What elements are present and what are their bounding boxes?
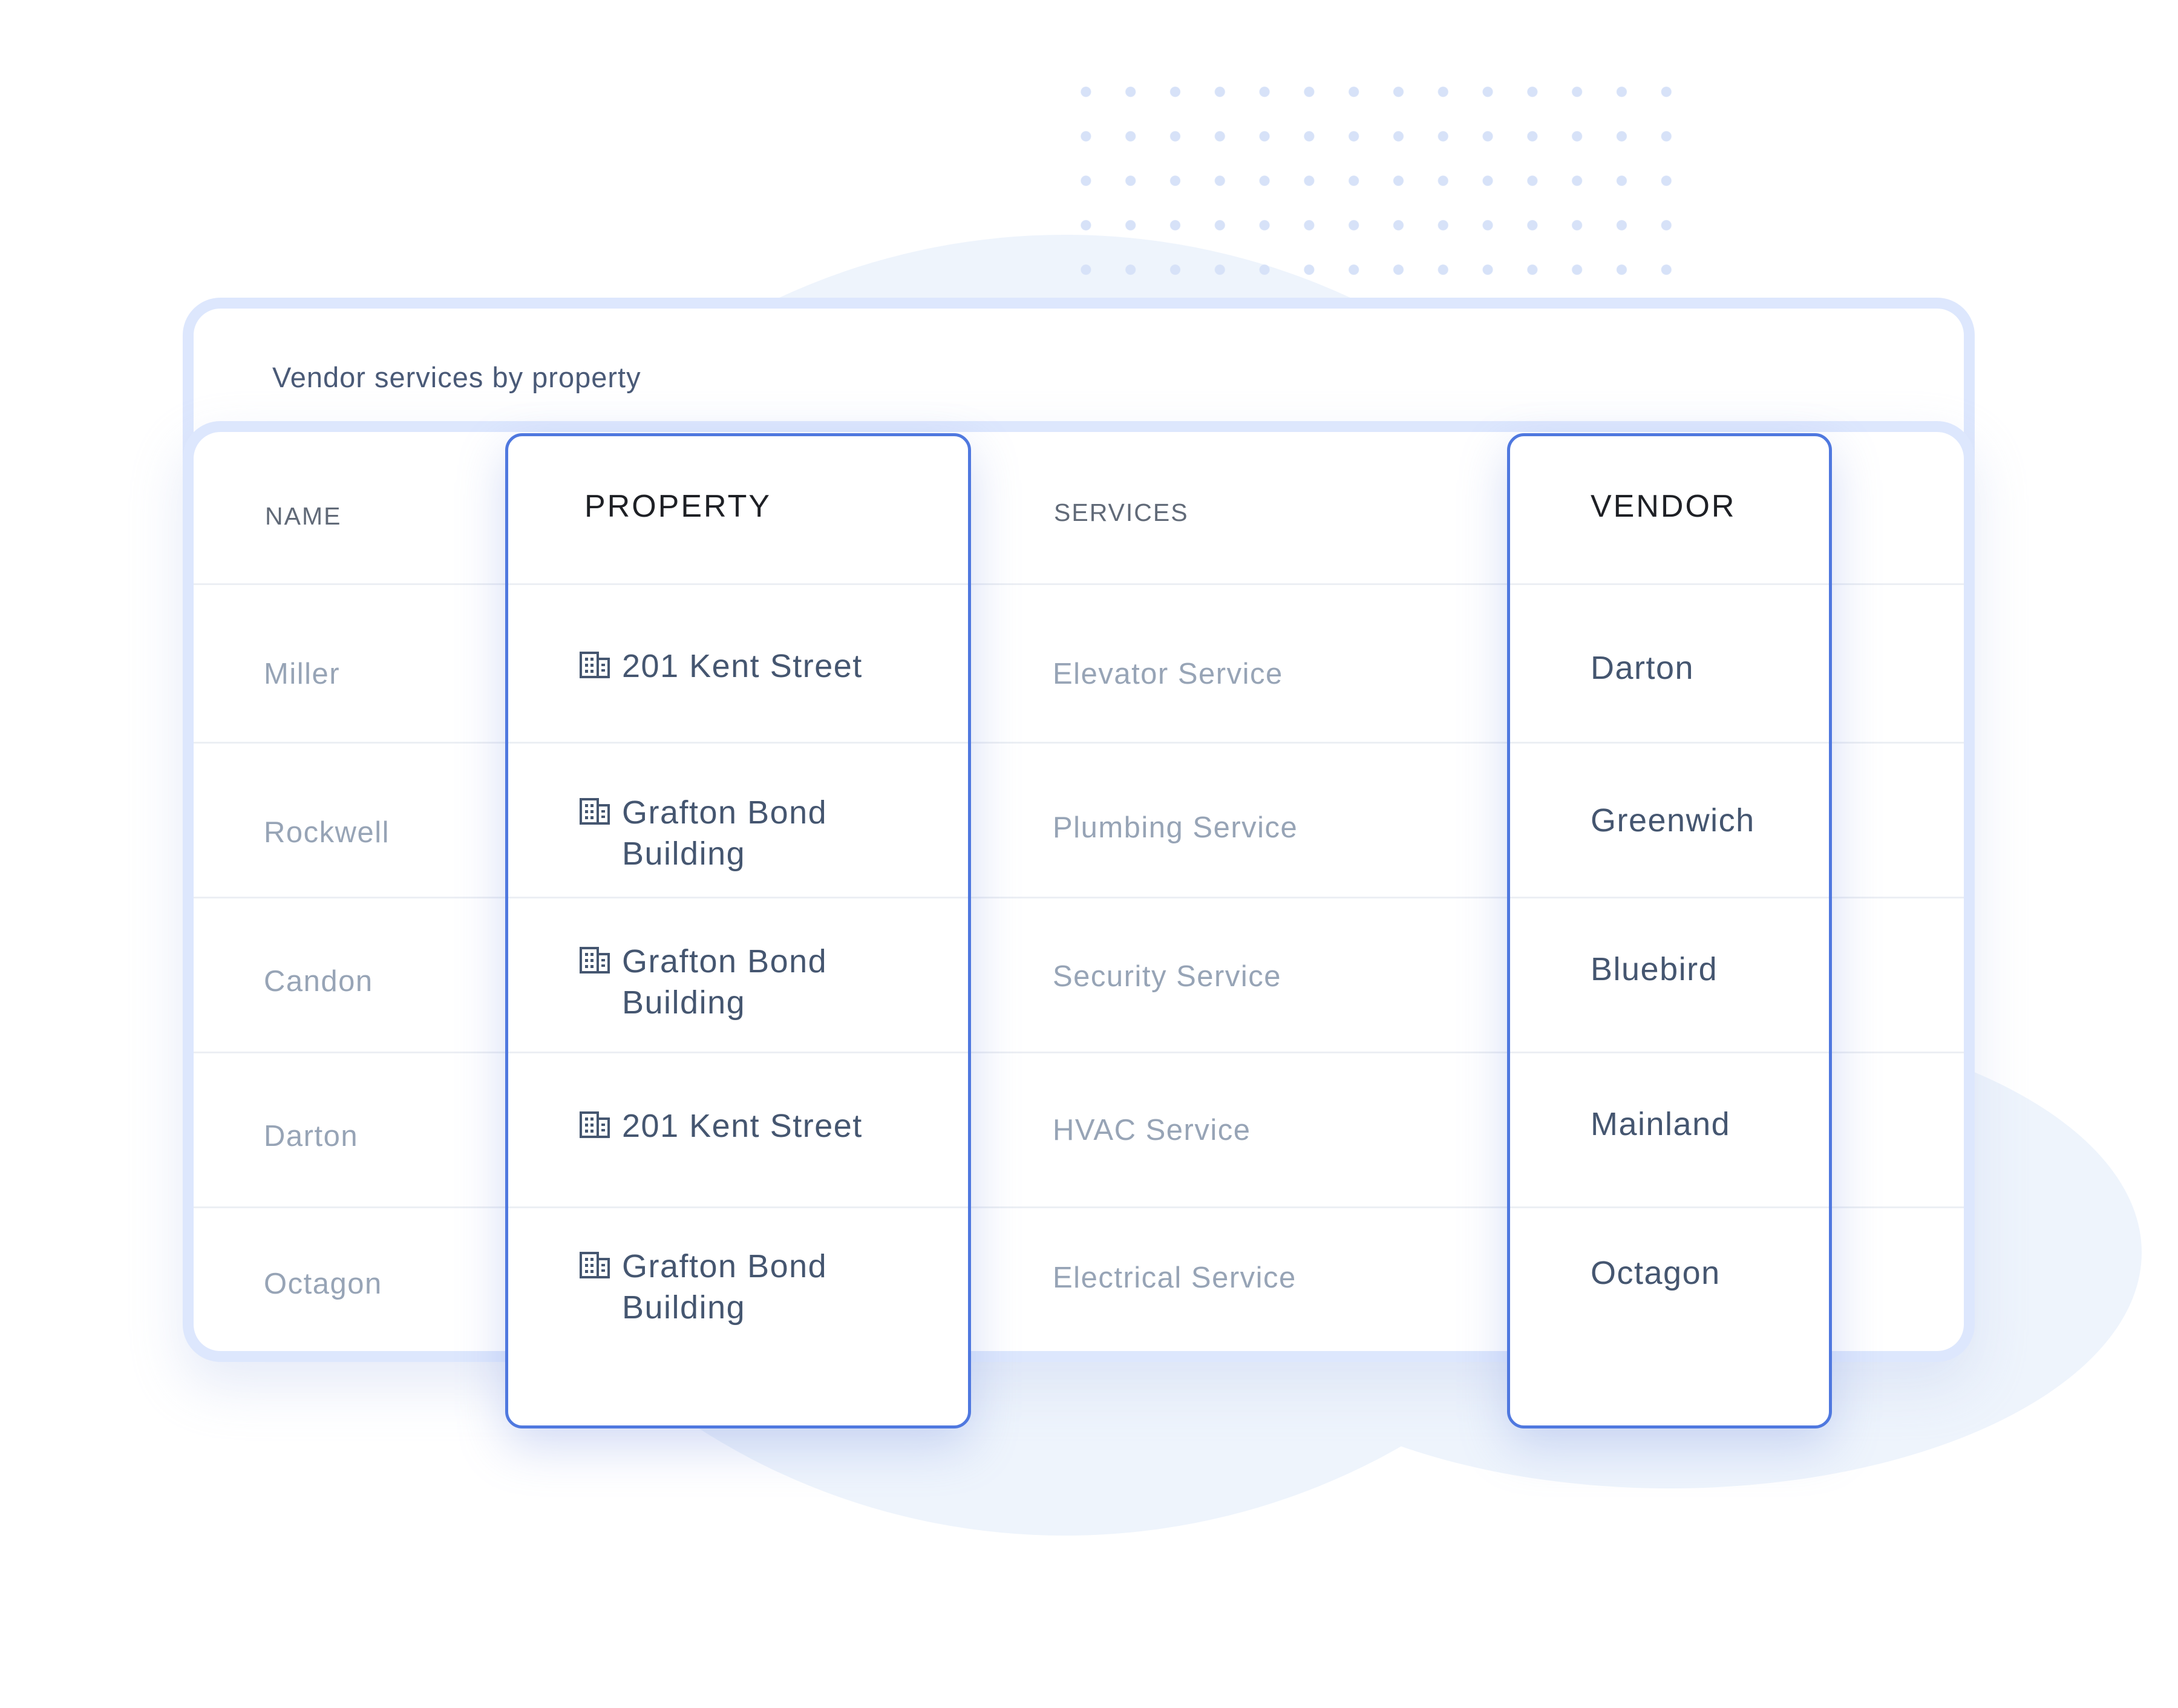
table-row-name: Candon — [264, 965, 373, 998]
dot-pattern — [1064, 70, 1681, 306]
property-label: Grafton Bond Building — [622, 943, 828, 1021]
table-row-vendor: Octagon — [1591, 1255, 1721, 1291]
table-row-name: Miller — [264, 658, 341, 690]
property-label: Grafton Bond Building — [622, 1248, 828, 1326]
building-icon — [580, 798, 610, 825]
row-divider — [508, 742, 968, 744]
column-header-property[interactable]: PROPERTY — [584, 488, 771, 525]
header-divider — [1510, 583, 1829, 585]
table-row-service: Security Service — [1053, 960, 1282, 993]
vendor-column[interactable]: VENDOR Darton Greenwich Bluebird Mainlan… — [1507, 433, 1832, 1428]
building-icon — [580, 947, 610, 973]
table-row-service: Plumbing Service — [1053, 811, 1298, 844]
building-icon — [580, 1111, 610, 1138]
page-title: Vendor services by property — [272, 361, 641, 393]
row-divider — [508, 897, 968, 898]
row-divider — [508, 1206, 968, 1208]
building-icon — [580, 1252, 610, 1278]
table-row-vendor: Greenwich — [1591, 802, 1755, 839]
table-row-name: Octagon — [264, 1268, 382, 1300]
table-row-vendor: Darton — [1591, 650, 1695, 686]
property-label: 201 Kent Street — [622, 648, 863, 684]
table-row-name: Darton — [264, 1120, 359, 1153]
row-divider — [1510, 897, 1829, 898]
row-divider — [1510, 742, 1829, 744]
table-row-service: Electrical Service — [1053, 1261, 1297, 1294]
table-row-service: Elevator Service — [1053, 658, 1283, 690]
column-header-name[interactable]: NAME — [265, 502, 341, 531]
row-divider — [1510, 1206, 1829, 1208]
property-label: Grafton Bond Building — [622, 794, 828, 872]
column-header-vendor[interactable]: VENDOR — [1591, 488, 1736, 525]
table-row-vendor: Bluebird — [1591, 951, 1718, 987]
header-divider — [508, 583, 968, 585]
building-icon — [580, 652, 610, 678]
row-divider — [508, 1052, 968, 1053]
table-row-service: HVAC Service — [1053, 1114, 1251, 1147]
row-divider — [1510, 1052, 1829, 1053]
property-label: 201 Kent Street — [622, 1108, 863, 1144]
table-row-name: Rockwell — [264, 816, 390, 849]
column-header-services[interactable]: SERVICES — [1054, 499, 1189, 527]
table-row-vendor: Mainland — [1591, 1106, 1731, 1142]
property-column[interactable]: PROPERTY 201 Kent Street Grafton Bond Bu… — [505, 433, 971, 1428]
